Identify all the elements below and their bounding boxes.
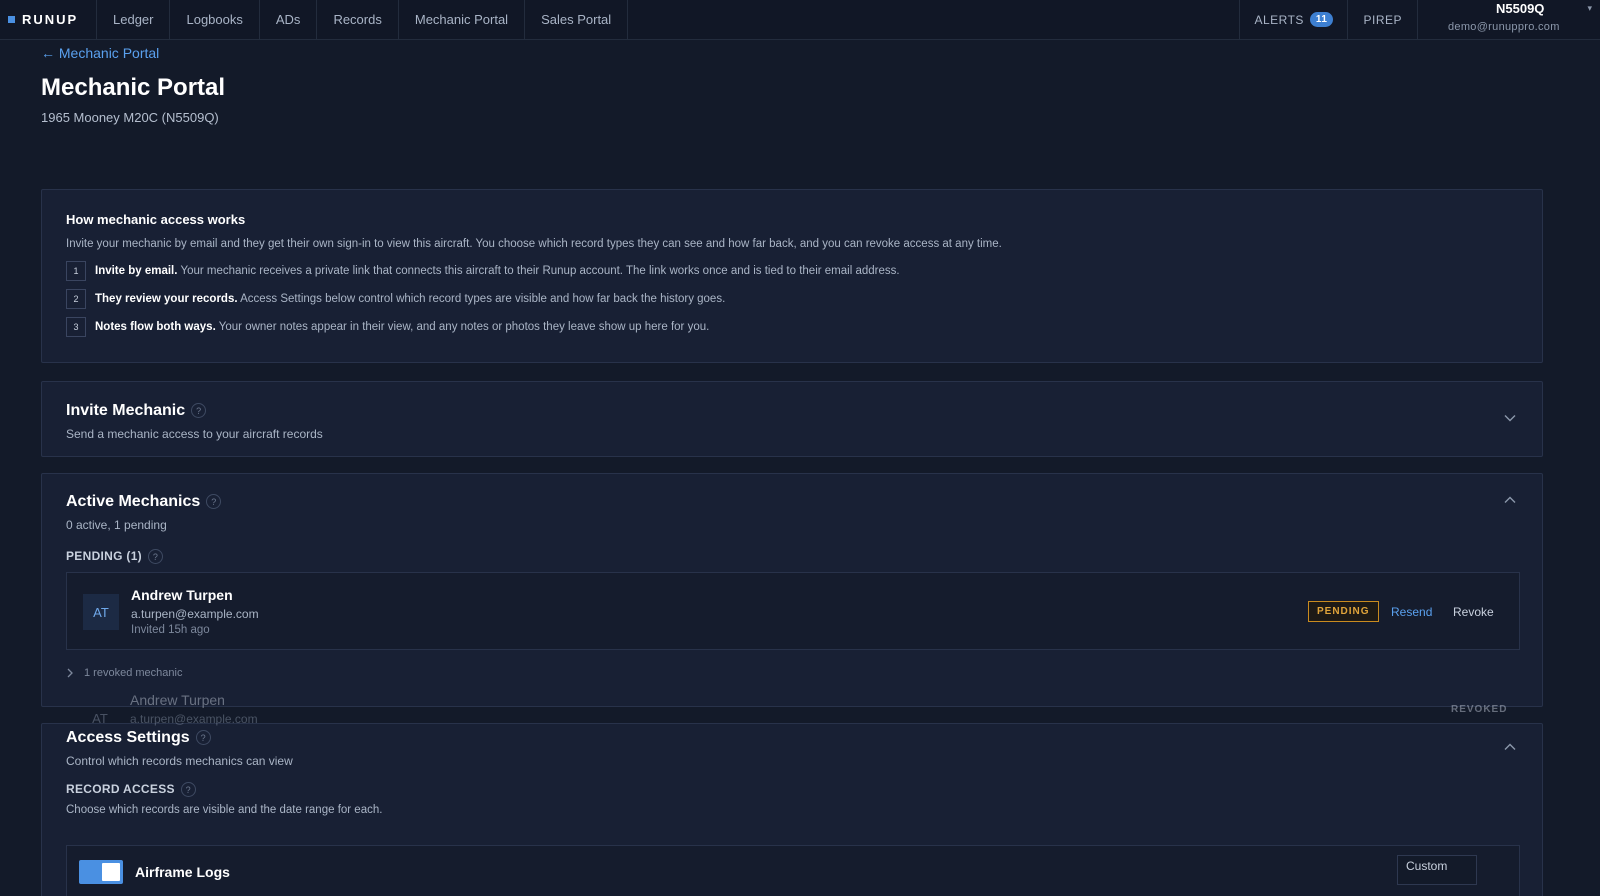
revoked-mechanics-toggle[interactable]: 1 revoked mechanic bbox=[66, 667, 182, 679]
revoke-button[interactable]: Revoke bbox=[1453, 605, 1494, 619]
account-email: demo@runuppro.com bbox=[1448, 21, 1560, 33]
step-item: 2 They review your records. Access Setti… bbox=[66, 289, 725, 309]
step-bold: Invite by email. bbox=[95, 265, 178, 277]
chevron-up-icon[interactable] bbox=[1504, 741, 1516, 753]
active-mechanics-title-text: Active Mechanics bbox=[66, 493, 201, 510]
access-settings-subtitle: Control which records mechanics can view bbox=[66, 754, 293, 768]
brand-name: RUNUP bbox=[22, 12, 79, 27]
invite-mechanic-title: Invite Mechanic? bbox=[66, 402, 207, 420]
toggle-knob bbox=[102, 863, 120, 881]
nav-tab-mechanic-portal[interactable]: Mechanic Portal bbox=[399, 0, 526, 39]
step-desc: Your owner notes appear in their view, a… bbox=[218, 321, 710, 333]
avatar: AT bbox=[83, 594, 119, 630]
revoked-toggle-label: 1 revoked mechanic bbox=[84, 667, 183, 679]
record-access-toggle[interactable] bbox=[79, 860, 123, 884]
status-badge: REVOKED bbox=[1451, 704, 1508, 715]
pending-section-label: PENDING (1)? bbox=[66, 549, 163, 565]
access-settings-card: Access Settings? Control which records m… bbox=[41, 723, 1543, 896]
nav-tab-logbooks[interactable]: Logbooks bbox=[170, 0, 260, 39]
help-icon[interactable]: ? bbox=[147, 549, 163, 565]
pending-label-text: PENDING (1) bbox=[66, 549, 142, 563]
record-access-row: Airframe Logs Custom bbox=[66, 845, 1520, 896]
resend-button[interactable]: Resend bbox=[1391, 605, 1432, 619]
active-mechanics-title: Active Mechanics? bbox=[66, 493, 222, 511]
step-number: 1 bbox=[66, 261, 86, 281]
nav-right: ALERTS 11 PIREP N5509Q ▾ demo@runuppro.c… bbox=[1239, 0, 1600, 39]
step-desc: Your mechanic receives a private link th… bbox=[180, 265, 900, 277]
help-icon[interactable]: ? bbox=[191, 403, 207, 419]
mechanic-name: Andrew Turpen bbox=[130, 692, 225, 708]
top-nav: RUNUP Ledger Logbooks ADs Records Mechan… bbox=[0, 0, 1600, 40]
chevron-up-icon[interactable] bbox=[1504, 494, 1516, 506]
nav-tab-records[interactable]: Records bbox=[317, 0, 399, 39]
how-it-works-title: How mechanic access works bbox=[66, 212, 246, 227]
nav-tab-ledger[interactable]: Ledger bbox=[97, 0, 171, 39]
mechanic-invited-time: Invited 15h ago bbox=[131, 624, 210, 636]
step-text: Invite by email. Your mechanic receives … bbox=[95, 265, 900, 277]
how-it-works-card: How mechanic access works Invite your me… bbox=[41, 189, 1543, 363]
chevron-right-icon bbox=[67, 668, 73, 678]
invite-mechanic-title-text: Invite Mechanic bbox=[66, 402, 186, 419]
step-bold: They review your records. bbox=[95, 293, 238, 305]
active-mechanics-card: Active Mechanics? 0 active, 1 pending PE… bbox=[41, 473, 1543, 707]
status-badge: PENDING bbox=[1308, 601, 1379, 622]
how-it-works-intro: Invite your mechanic by email and they g… bbox=[66, 238, 1002, 250]
active-mechanics-subtitle: 0 active, 1 pending bbox=[66, 518, 167, 532]
date-range-select[interactable]: Custom bbox=[1397, 855, 1477, 885]
caret-down-icon: ▾ bbox=[1587, 3, 1592, 13]
help-icon[interactable]: ? bbox=[180, 782, 196, 798]
back-link[interactable]: ← Mechanic Portal bbox=[41, 45, 159, 61]
step-number: 3 bbox=[66, 317, 86, 337]
mechanic-email: a.turpen@example.com bbox=[131, 607, 259, 621]
step-item: 3 Notes flow both ways. Your owner notes… bbox=[66, 317, 709, 337]
step-desc: Access Settings below control which reco… bbox=[240, 293, 726, 305]
help-icon[interactable]: ? bbox=[206, 494, 222, 510]
pending-mechanic-row: AT Andrew Turpen a.turpen@example.com In… bbox=[66, 572, 1520, 650]
pirep-button[interactable]: PIREP bbox=[1348, 0, 1418, 39]
record-access-label: RECORD ACCESS? bbox=[66, 782, 196, 798]
invite-mechanic-card[interactable]: Invite Mechanic? Send a mechanic access … bbox=[41, 381, 1543, 457]
page-title: Mechanic Portal bbox=[41, 74, 226, 101]
account-menu[interactable]: N5509Q ▾ demo@runuppro.com bbox=[1418, 0, 1600, 39]
record-type-name: Airframe Logs bbox=[135, 864, 230, 880]
record-access-subtitle: Choose which records are visible and the… bbox=[66, 804, 383, 816]
chevron-down-icon[interactable] bbox=[1504, 412, 1516, 424]
step-text: They review your records. Access Setting… bbox=[95, 293, 725, 305]
revoked-mechanic-row: AT Andrew Turpen a.turpen@example.com RE… bbox=[66, 690, 1520, 740]
brand-mark-icon bbox=[8, 16, 15, 23]
step-number: 2 bbox=[66, 289, 86, 309]
mechanic-name: Andrew Turpen bbox=[131, 587, 233, 603]
alerts-label: ALERTS bbox=[1254, 12, 1304, 27]
step-text: Notes flow both ways. Your owner notes a… bbox=[95, 321, 709, 333]
nav-tab-ads[interactable]: ADs bbox=[260, 0, 318, 39]
mechanic-email: a.turpen@example.com bbox=[130, 712, 258, 726]
nav-tab-sales-portal[interactable]: Sales Portal bbox=[525, 0, 629, 39]
step-item: 1 Invite by email. Your mechanic receive… bbox=[66, 261, 900, 281]
record-access-label-text: RECORD ACCESS bbox=[66, 782, 175, 796]
invite-mechanic-subtitle: Send a mechanic access to your aircraft … bbox=[66, 427, 323, 441]
page-subtitle: 1965 Mooney M20C (N5509Q) bbox=[41, 110, 219, 125]
alerts-button[interactable]: ALERTS 11 bbox=[1239, 0, 1349, 39]
account-tail-number: N5509Q bbox=[1496, 1, 1545, 16]
brand-logo[interactable]: RUNUP bbox=[0, 0, 97, 39]
step-bold: Notes flow both ways. bbox=[95, 321, 216, 333]
alerts-count-badge: 11 bbox=[1309, 12, 1334, 27]
avatar: AT bbox=[92, 710, 108, 726]
